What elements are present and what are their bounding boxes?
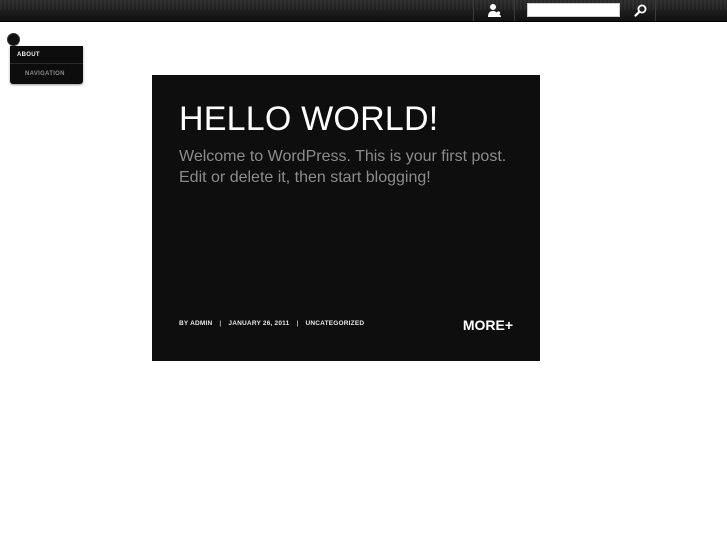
top-bar-divider bbox=[655, 0, 656, 21]
post-meta: BY ADMIN | JANUARY 26, 2011 | UNCATEGORIZED bbox=[179, 320, 364, 327]
post-author-link[interactable]: BY ADMIN bbox=[179, 320, 212, 327]
menu-item-about[interactable]: ABOUT bbox=[10, 46, 83, 64]
menu-toggle-dot[interactable] bbox=[7, 33, 20, 46]
read-more-link[interactable]: MORE+ bbox=[463, 317, 513, 333]
post-date-link[interactable]: JANUARY 26, 2011 bbox=[228, 320, 289, 327]
search-icon bbox=[634, 4, 647, 17]
post-card: HELLO WORLD! Welcome to WordPress. This … bbox=[152, 75, 540, 361]
post-excerpt: Welcome to WordPress. This is your first… bbox=[179, 148, 507, 186]
post-title[interactable]: HELLO WORLD! bbox=[179, 99, 438, 139]
top-bar-divider bbox=[473, 0, 474, 21]
menu-item-navigation[interactable]: NAVIGATION bbox=[10, 65, 83, 84]
search-input[interactable] bbox=[527, 3, 620, 17]
post-category-link[interactable]: UNCATEGORIZED bbox=[305, 320, 364, 327]
meta-separator: | bbox=[296, 320, 299, 327]
search-button[interactable] bbox=[629, 2, 651, 19]
top-bar-divider bbox=[514, 0, 515, 21]
user-button[interactable] bbox=[482, 2, 506, 19]
meta-separator: | bbox=[219, 320, 222, 327]
menu-panel: ABOUT NAVIGATION bbox=[10, 46, 83, 84]
top-bar bbox=[0, 0, 727, 22]
user-icon bbox=[488, 4, 501, 17]
